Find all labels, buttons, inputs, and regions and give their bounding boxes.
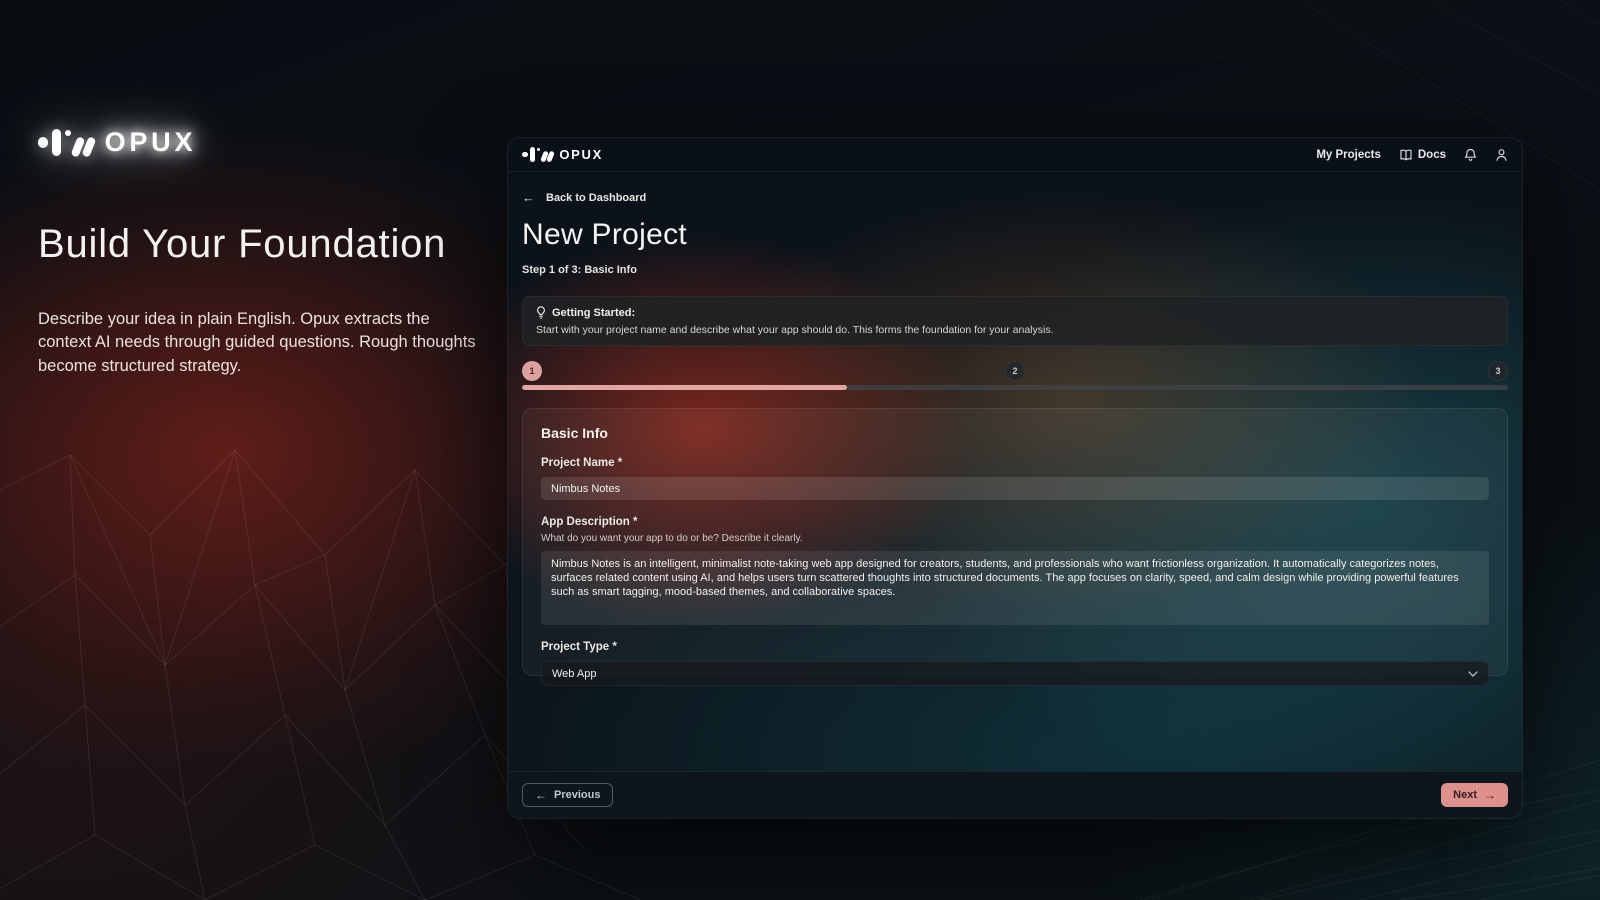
app-header: OPUX My Projects Docs: [508, 138, 1522, 172]
project-name-input[interactable]: [541, 477, 1489, 500]
previous-button[interactable]: ← Previous: [522, 783, 613, 807]
app-description-label: App Description *: [541, 516, 1489, 528]
step-marker-1[interactable]: 1: [522, 361, 542, 381]
project-type-select[interactable]: Web App: [541, 661, 1489, 686]
step-indicators: 1 2 3: [522, 361, 1508, 381]
app-window: OPUX My Projects Docs: [508, 138, 1522, 818]
left-arrow-icon: ←: [522, 190, 535, 205]
opux-logo-icon: [522, 147, 552, 163]
book-icon: [1399, 149, 1413, 161]
app-header-brand[interactable]: OPUX: [522, 147, 603, 163]
app-header-nav: My Projects Docs: [1316, 148, 1508, 162]
app-description-help: What do you want your app to do or be? D…: [541, 533, 1489, 544]
bell-icon[interactable]: [1464, 148, 1477, 162]
app-content: ← Back to Dashboard New Project Step 1 o…: [508, 172, 1522, 771]
opux-logo-icon: [38, 129, 93, 157]
left-arrow-icon: ←: [535, 788, 547, 802]
step-marker-2[interactable]: 2: [1005, 361, 1025, 381]
project-type-value: Web App: [552, 668, 596, 680]
lightbulb-icon: [536, 306, 546, 319]
wizard-footer: ← Previous Next →: [508, 771, 1522, 818]
back-to-dashboard-link[interactable]: ← Back to Dashboard: [522, 190, 646, 205]
hero-logo-text: OPUX: [105, 127, 197, 158]
project-name-label: Project Name *: [541, 457, 1489, 469]
user-icon[interactable]: [1495, 148, 1508, 162]
project-type-label: Project Type *: [541, 641, 1489, 653]
app-description-textarea[interactable]: Nimbus Notes is an intelligent, minimali…: [541, 551, 1489, 625]
basic-info-card: Basic Info Project Name * App Descriptio…: [522, 408, 1508, 676]
hero-description: Describe your idea in plain English. Opu…: [38, 308, 486, 378]
app-logo-text: OPUX: [559, 147, 603, 162]
getting-started-callout: Getting Started: Start with your project…: [522, 296, 1508, 346]
callout-title-row: Getting Started:: [536, 306, 1494, 319]
nav-my-projects[interactable]: My Projects: [1316, 149, 1381, 161]
step-marker-3[interactable]: 3: [1488, 361, 1508, 381]
step-caption: Step 1 of 3: Basic Info: [522, 264, 1508, 276]
progress-bar-fill: [522, 385, 847, 390]
right-arrow-icon: →: [1484, 788, 1496, 802]
hero-headline: Build Your Foundation: [38, 222, 446, 267]
next-button[interactable]: Next →: [1441, 783, 1508, 807]
callout-body: Start with your project name and describ…: [536, 324, 1494, 336]
chevron-down-icon: [1468, 671, 1478, 677]
progress-bar-track: [522, 385, 1508, 390]
hero-brand: OPUX: [38, 127, 196, 158]
section-title: Basic Info: [541, 425, 1489, 441]
page-title: New Project: [522, 218, 1508, 252]
nav-docs[interactable]: Docs: [1399, 149, 1446, 161]
